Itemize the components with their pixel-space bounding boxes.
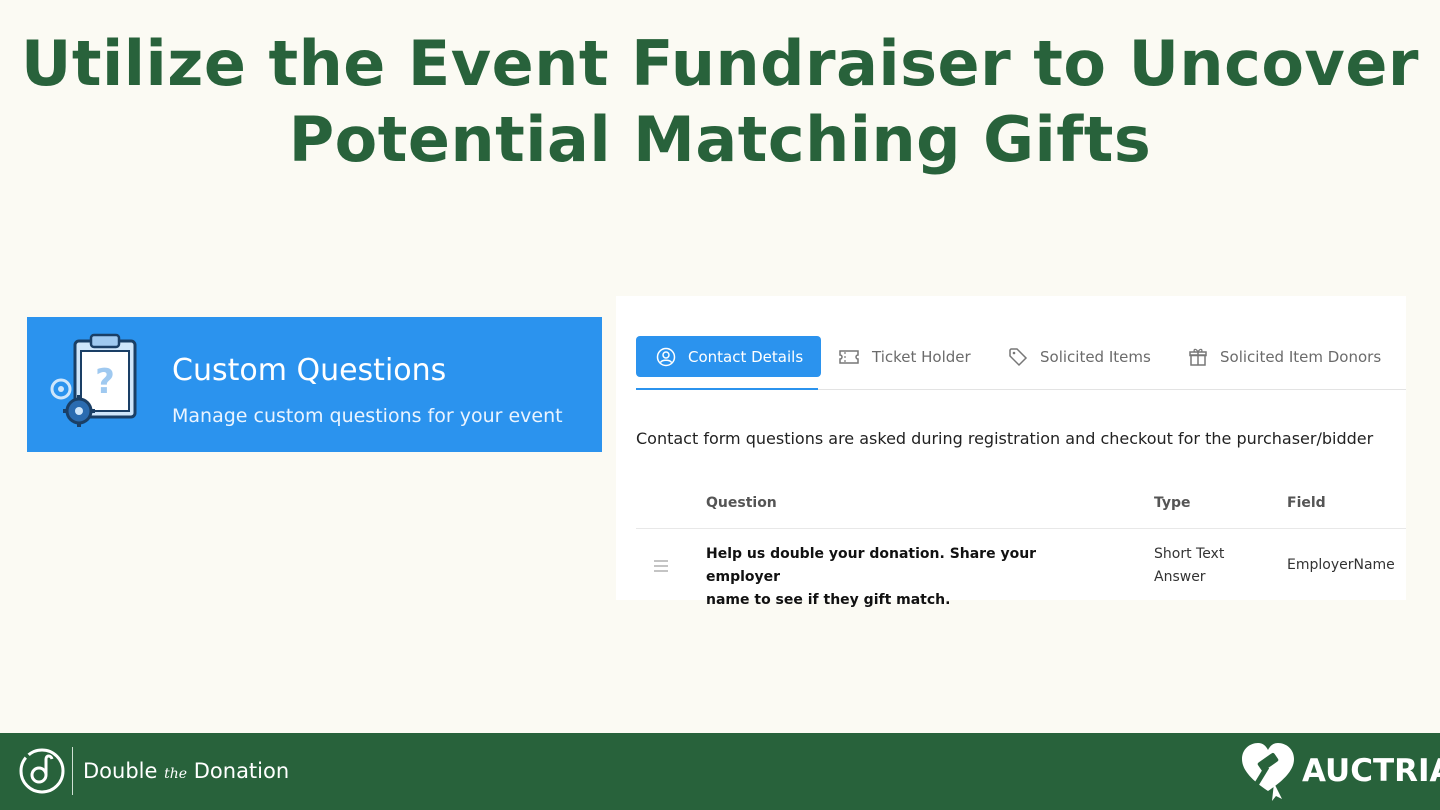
tab-ticket-holder[interactable]: Ticket Holder (838, 336, 971, 377)
logo-separator (72, 747, 73, 795)
auctria-wordmark: AUCTRIA (1302, 753, 1440, 789)
type-line-1: Short Text (1154, 546, 1225, 562)
custom-questions-panel: Contact Details Ticket Holder Solicited … (616, 296, 1406, 608)
banner-subtitle: Manage custom questions for your event (172, 405, 563, 427)
banner-title: Custom Questions (172, 353, 447, 388)
slide-title-line-2: Potential Matching Gifts (288, 103, 1152, 176)
double-the-donation-wordmark: Double the Donation (83, 759, 289, 783)
double-the-donation-logo-icon (19, 748, 65, 794)
header-divider (636, 528, 1406, 529)
brand-prefix: Double (83, 759, 158, 783)
form-description: Contact form questions are asked during … (636, 429, 1374, 448)
gift-icon (1189, 348, 1207, 366)
slide-title-line-1: Utilize the Event Fundraiser to Uncover (21, 27, 1419, 100)
footer-bar: Double the Donation AUCTRIA (0, 733, 1440, 810)
tab-label: Solicited Items (1040, 347, 1151, 366)
auctria-logo-icon (1242, 743, 1294, 801)
tab-contact-details[interactable]: Contact Details (636, 336, 822, 377)
tab-solicited-items[interactable]: Solicited Items (1008, 336, 1151, 377)
column-header-field[interactable]: Field (1287, 495, 1326, 511)
field-cell: EmployerName (1287, 557, 1395, 573)
tab-label: Contact Details (688, 347, 804, 366)
clipboard-question-gear-icon: ? (50, 333, 137, 427)
tag-icon (1009, 347, 1028, 366)
question-line-1: Help us double your donation. Share your… (706, 546, 1037, 585)
custom-questions-banner[interactable]: ? Custom Questions Manage custom questio… (27, 317, 602, 452)
active-tab-underline (636, 388, 818, 390)
drag-handle-icon[interactable] (654, 560, 668, 572)
brand-suffix: Donation (193, 759, 290, 783)
user-circle-icon (656, 347, 676, 366)
question-cell: Help us double your donation. Share your… (706, 543, 1106, 612)
slide-title: Utilize the Event Fundraiser to Uncover … (0, 26, 1440, 178)
column-header-question[interactable]: Question (706, 495, 777, 511)
ticket-icon (839, 349, 859, 364)
type-line-2: Answer (1154, 569, 1206, 585)
svg-text:?: ? (95, 362, 115, 402)
tab-label: Ticket Holder (872, 347, 971, 366)
type-cell: Short Text Answer (1154, 543, 1224, 589)
brand-the: the (164, 766, 188, 782)
tab-solicited-item-donors[interactable]: Solicited Item Donors (1188, 336, 1381, 377)
column-header-type[interactable]: Type (1154, 495, 1191, 511)
tab-label: Solicited Item Donors (1220, 347, 1382, 366)
question-line-2: name to see if they gift match. (706, 592, 951, 608)
tab-bar: Contact Details Ticket Holder Solicited … (636, 336, 1406, 390)
